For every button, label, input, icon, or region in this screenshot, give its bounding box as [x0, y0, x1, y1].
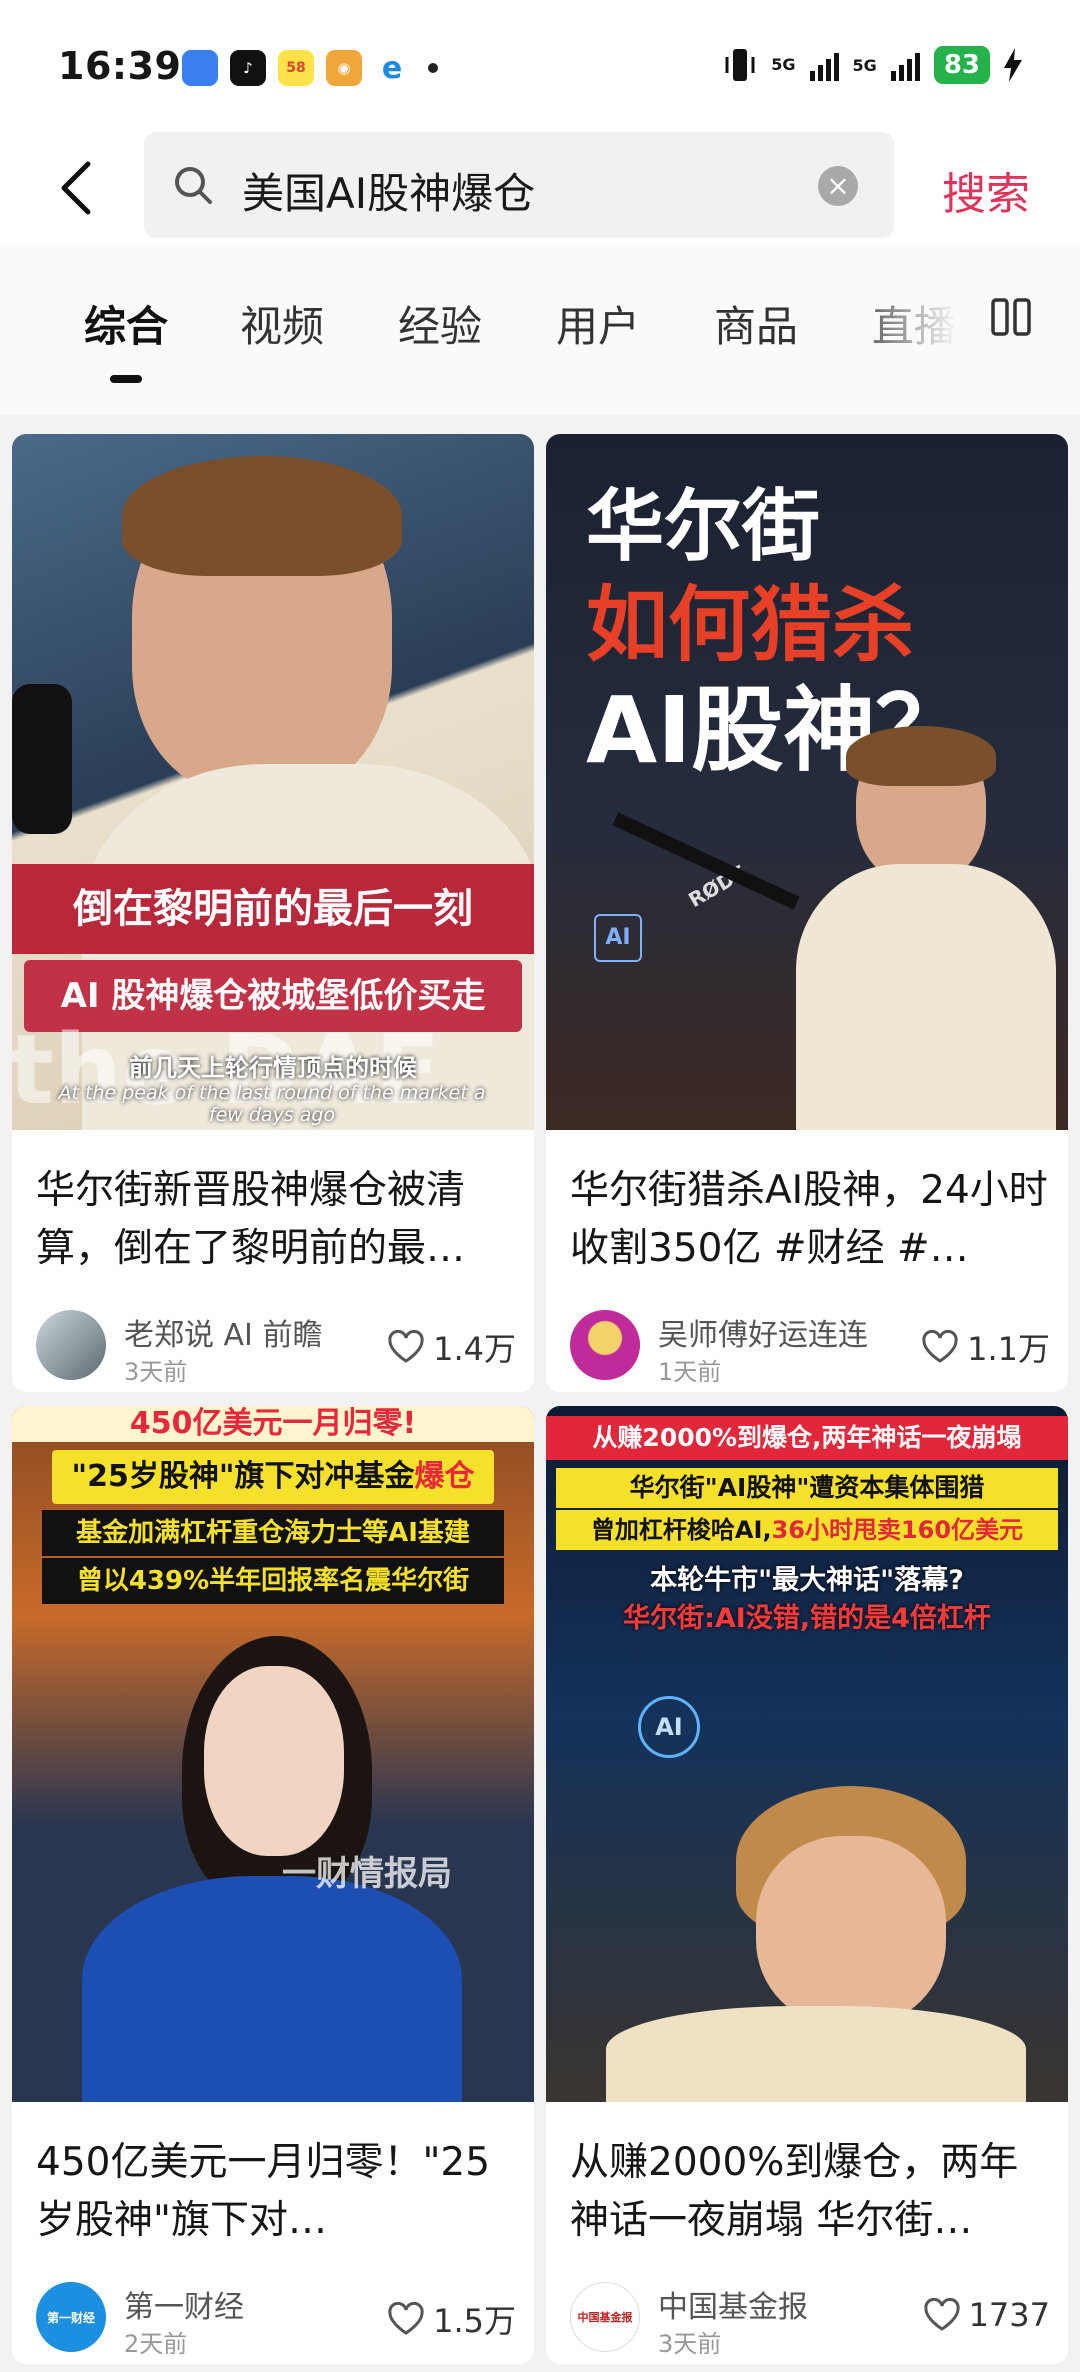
active-tab-indicator — [110, 375, 142, 383]
video-card[interactable]: 倒在黎明前的最后一刻 AI 股神爆仓被城堡低价买走 the DAE 前几天上轮行… — [12, 434, 534, 1392]
charging-icon — [1004, 48, 1022, 82]
58-icon: 58 — [278, 50, 314, 86]
maps-icon — [182, 50, 218, 86]
anchor-face — [204, 1666, 344, 1856]
overlay-headline-1: 从赚2000%到爆仓,两年神话一夜崩塌 — [546, 1416, 1068, 1460]
like-count[interactable]: 1.4万 — [387, 1324, 516, 1370]
like-count[interactable]: 1.1万 — [921, 1324, 1050, 1370]
search-input[interactable]: 美国AI股神爆仓 × — [144, 132, 894, 238]
status-time: 16:39 — [58, 44, 182, 88]
signal-icon — [809, 49, 839, 81]
hair-shape — [122, 456, 402, 576]
person-face — [756, 1836, 946, 2026]
status-bar: 16:39 ♪ 58 ◉ e 5G 5G 83 — [0, 0, 1080, 130]
overlay-headline-2: "25岁股神"旗下对冲基金爆仓 — [52, 1450, 494, 1504]
layout-toggle-icon[interactable] — [990, 297, 1032, 337]
clear-icon[interactable]: × — [818, 166, 858, 206]
network-type-1: 5G — [771, 55, 796, 74]
microphone-shape — [12, 684, 72, 834]
avatar[interactable] — [570, 1310, 640, 1380]
anchor-blazer — [82, 1876, 462, 2102]
heart-icon — [923, 2298, 960, 2331]
overlay-headline-5: 华尔街:AI没错,错的是4倍杠杆 — [623, 1603, 991, 1634]
tab-experience[interactable]: 经验 — [398, 293, 482, 354]
heart-icon — [388, 1330, 424, 1363]
vibrate-icon — [725, 49, 755, 81]
video-thumbnail[interactable]: 倒在黎明前的最后一刻 AI 股神爆仓被城堡低价买走 the DAE 前几天上轮行… — [12, 434, 534, 1130]
overlay-headline-4: 曾以439%半年回报率名震华尔街 — [42, 1558, 504, 1604]
tiktok-icon: ♪ — [230, 50, 266, 86]
system-indicators: 5G 5G 83 — [723, 46, 1022, 84]
ai-badge: AI — [638, 1696, 700, 1758]
person-sweater — [606, 2006, 1026, 2102]
back-arrow-icon[interactable] — [56, 158, 96, 218]
post-time: 2天前 — [124, 2330, 188, 2358]
caption-chinese: 前几天上轮行情顶点的时候 — [129, 1054, 417, 1082]
video-card[interactable]: 450亿美元一月归零! "25岁股神"旗下对冲基金爆仓 基金加满杠杆重仓海力士等… — [12, 1406, 534, 2364]
avatar[interactable]: 第一财经 — [36, 2282, 106, 2352]
avatar[interactable]: 中国基金报 — [570, 2282, 640, 2352]
author-name[interactable]: 吴师傅好运连连 — [658, 1310, 868, 1354]
edge-icon: e — [374, 50, 410, 86]
caption-english: At the peak of the last round of the mar… — [58, 1082, 486, 1126]
card-title[interactable]: 华尔街新晋股神爆仓被清算，倒在了黎明前的最… — [36, 1162, 516, 1278]
card-title[interactable]: 华尔街猎杀AI股神，24小时收割350亿 #财经 #… — [570, 1162, 1050, 1278]
overlay-headline-1: 倒在黎明前的最后一刻 — [12, 864, 534, 954]
tab-comprehensive[interactable]: 综合 — [84, 293, 168, 354]
video-thumbnail[interactable]: 从赚2000%到爆仓,两年神话一夜崩塌 华尔街"AI股神"遭资本集体围猎 曾加杠… — [546, 1406, 1068, 2102]
card-meta: 中国基金报 中国基金报 3天前 1737 — [570, 2282, 1050, 2358]
overlay-headline-4: 本轮牛市"最大神话"落幕? — [650, 1565, 964, 1596]
author-name[interactable]: 中国基金报 — [658, 2282, 808, 2326]
video-thumbnail[interactable]: 450亿美元一月归零! "25岁股神"旗下对冲基金爆仓 基金加满杠杆重仓海力士等… — [12, 1406, 534, 2102]
tab-products[interactable]: 商品 — [714, 293, 798, 354]
notification-icons: ♪ 58 ◉ e — [182, 50, 438, 86]
card-title[interactable]: 450亿美元一月归零！"25岁股神"旗下对… — [36, 2134, 516, 2250]
hair-shape — [846, 726, 996, 786]
overlay-headline-3: 曾加杠杆梭哈AI,36小时甩卖160亿美元 — [556, 1510, 1058, 1550]
post-time: 3天前 — [658, 2330, 722, 2358]
like-count[interactable]: 1.5万 — [387, 2296, 516, 2342]
card-title[interactable]: 从赚2000%到爆仓，两年神话一夜崩塌 华尔街… — [570, 2134, 1050, 2250]
ai-badge: AI — [594, 914, 642, 962]
card-meta: 第一财经 第一财经 2天前 1.5万 — [36, 2282, 516, 2358]
video-thumbnail[interactable]: 华尔街 如何猎杀 AI股神？ RØDE AI — [546, 434, 1068, 1130]
search-icon — [175, 167, 212, 204]
tab-users[interactable]: 用户 — [556, 293, 640, 354]
post-time: 1天前 — [658, 1358, 722, 1386]
network-type-2: 5G — [852, 55, 877, 75]
tab-video[interactable]: 视频 — [240, 293, 324, 354]
overlay-headline-2: 华尔街"AI股神"遭资本集体围猎 — [556, 1468, 1058, 1508]
author-name[interactable]: 老郑说 AI 前瞻 — [124, 1310, 322, 1354]
category-tabs: 综合 视频 经验 用户 商品 直播 — [0, 245, 1080, 415]
search-button[interactable]: 搜索 — [942, 158, 1030, 222]
like-count[interactable]: 1737 — [923, 2296, 1050, 2334]
heart-icon — [388, 2302, 424, 2335]
card-meta: 老郑说 AI 前瞻 3天前 1.4万 — [36, 1310, 516, 1386]
battery-level: 83 — [933, 46, 990, 84]
video-card[interactable]: 华尔街 如何猎杀 AI股神？ RØDE AI 华尔街猎杀AI股神，24小时收割3… — [546, 434, 1068, 1392]
card-meta: 吴师傅好运连连 1天前 1.1万 — [570, 1310, 1050, 1386]
avatar[interactable] — [36, 1310, 106, 1380]
overlay-headline-3: 基金加满杠杆重仓海力士等AI基建 — [42, 1510, 504, 1556]
post-time: 3天前 — [124, 1358, 188, 1386]
search-query: 美国AI股神爆仓 — [242, 169, 536, 218]
sweater-shape — [796, 864, 1056, 1130]
heart-icon — [922, 1330, 958, 1363]
watermark-text: 一财情报局 — [282, 1854, 452, 1894]
signal-icon — [890, 49, 920, 81]
weibo-icon: ◉ — [326, 50, 362, 86]
overlay-headline-1: 450亿美元一月归零! — [12, 1406, 534, 1442]
author-name[interactable]: 第一财经 — [124, 2282, 244, 2326]
video-card[interactable]: 从赚2000%到爆仓,两年神话一夜崩塌 华尔街"AI股神"遭资本集体围猎 曾加杠… — [546, 1406, 1068, 2364]
more-notifications-dot — [428, 63, 438, 73]
search-bar: 美国AI股神爆仓 × 搜索 — [0, 130, 1080, 245]
